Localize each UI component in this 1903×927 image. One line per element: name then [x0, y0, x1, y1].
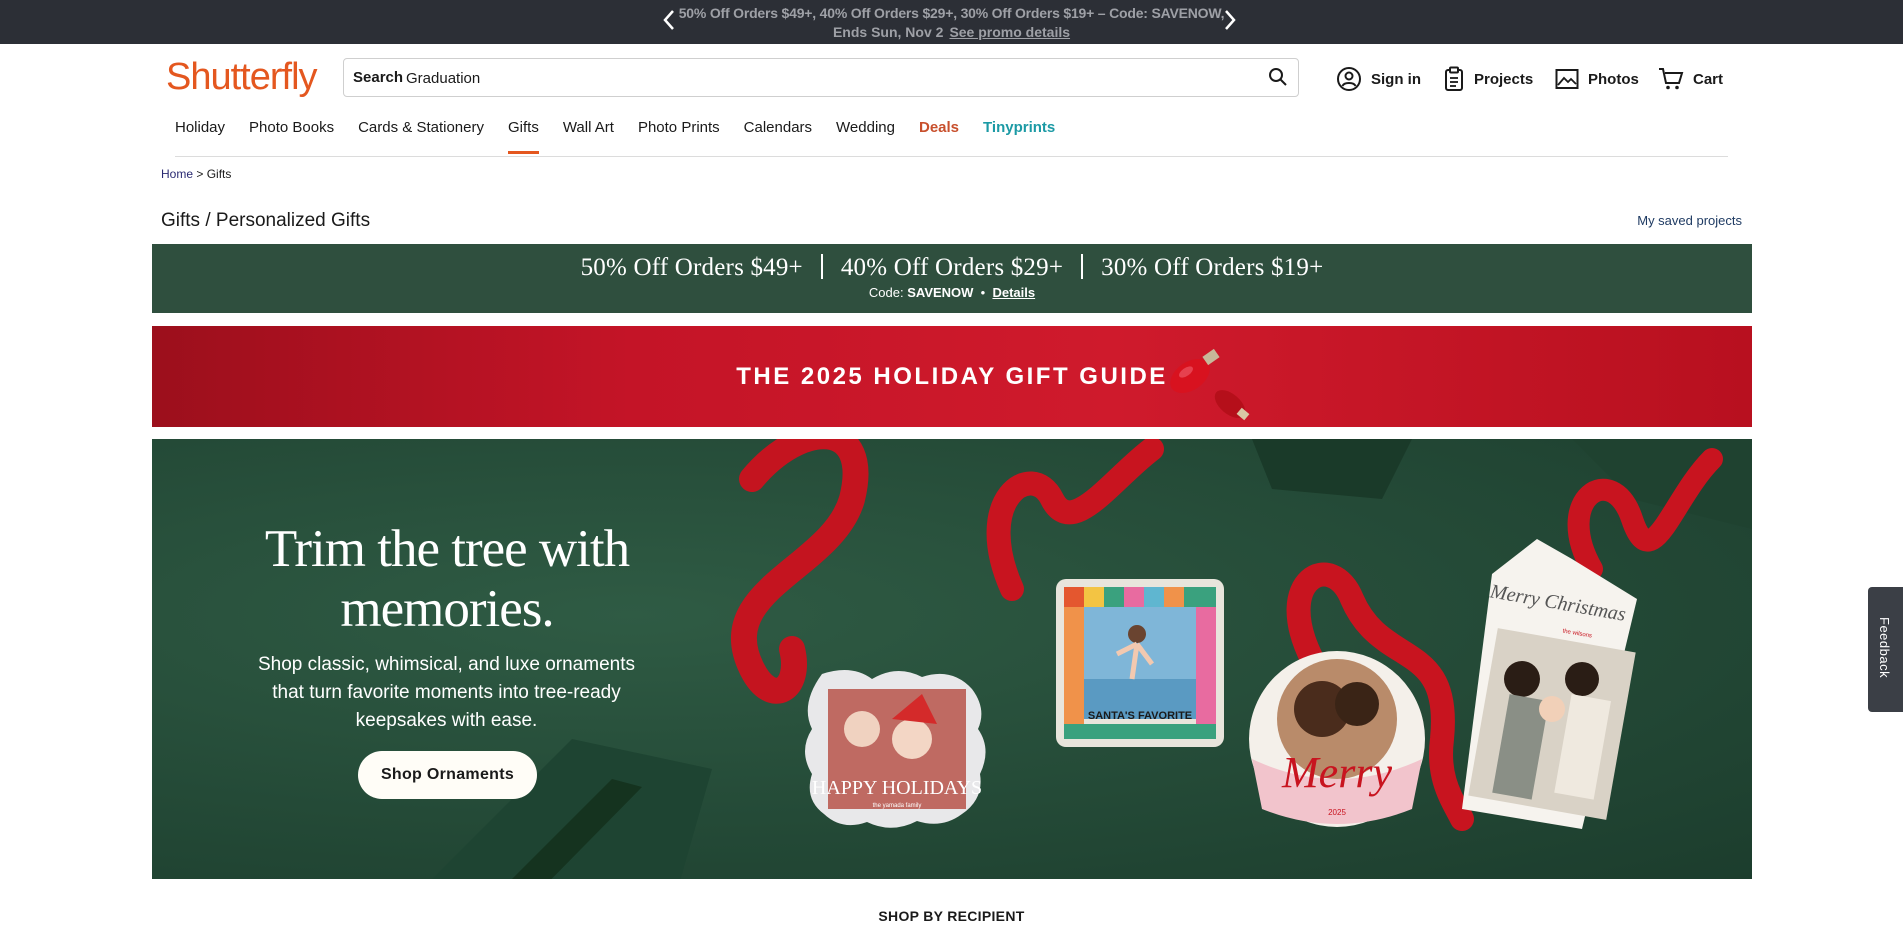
nav-item-photo-books[interactable]: Photo Books [249, 118, 334, 156]
ornament-year-text: 2025 [1328, 808, 1346, 817]
breadcrumb-separator: > [196, 167, 204, 181]
photos-button[interactable]: Photos [1555, 64, 1639, 94]
nav-item-gifts[interactable]: Gifts [507, 118, 539, 156]
hero-title: Trim the tree with memories. [264, 520, 630, 638]
hero-banner: HAPPY HOLIDAYS the yamada family SANTA'S… [152, 439, 1752, 879]
nav-item-deals[interactable]: Deals [919, 118, 959, 156]
promo-code-label: Code: [868, 285, 904, 300]
nav-divider [175, 156, 1728, 157]
cart-button[interactable]: Cart [1658, 64, 1723, 94]
bullet: • [980, 285, 986, 300]
search-label: Search [353, 69, 404, 86]
hero-subtitle: Shop classic, whimsical, and luxe orname… [257, 654, 635, 731]
nav-item-photo-prints[interactable]: Photo Prints [638, 118, 720, 156]
promo-bar: 50% Off Orders $49+, 40% Off Orders $29+… [0, 0, 1903, 44]
promo-code-line: Code: SAVENOW • Details [152, 285, 1752, 300]
promo-offers: 50% Off Orders $49+ 40% Off Orders $29+ 30… [152, 254, 1752, 282]
promo-end-date: Ends Sun, Nov 2 [832, 24, 944, 40]
offer-40: 40% Off Orders $29+ [840, 254, 1064, 281]
nav-item-holiday[interactable]: Holiday [175, 118, 225, 156]
promo-details-button[interactable]: Details [992, 285, 1035, 300]
offer-50: 50% Off Orders $49+ [580, 254, 803, 281]
user-icon [1337, 67, 1361, 91]
photos-label: Photos [1588, 70, 1639, 88]
ornament-santas-favorite-text: SANTA'S FAVORITE [1088, 710, 1192, 722]
nav-item-wall-art[interactable]: Wall Art [563, 118, 614, 156]
cart-icon [1659, 68, 1684, 90]
feedback-label: Feedback [1877, 617, 1892, 679]
shop-ornaments-button[interactable]: Shop Ornaments [358, 751, 537, 799]
christmas-bulb-icon [1170, 348, 1250, 421]
chevron-right-icon [1225, 10, 1236, 30]
promo-text: 50% Off Orders $49+, 40% Off Orders $29+… [678, 5, 1225, 21]
saved-projects-link[interactable]: My saved projects [1637, 213, 1742, 228]
search-bar[interactable]: Search [343, 58, 1299, 97]
promo-details-link[interactable]: See promo details [949, 24, 1070, 40]
gift-guide-title: THE 2025 HOLIDAY GIFT GUIDE [736, 363, 1168, 390]
promo-code: SAVENOW [907, 285, 974, 300]
projects-button[interactable]: Projects [1443, 64, 1533, 94]
promo-next-button[interactable] [1219, 6, 1241, 34]
photo-icon [1555, 69, 1579, 89]
breadcrumb-current: Gifts [206, 167, 232, 181]
nav-item-tinyprints[interactable]: Tinyprints [983, 118, 1055, 156]
nav-item-wedding[interactable]: Wedding [836, 118, 895, 156]
ornament-happy-holidays-text: HAPPY HOLIDAYS [812, 777, 982, 799]
ornament-merry-text: Merry [1281, 748, 1392, 797]
sign-in-button[interactable]: Sign in [1336, 64, 1421, 94]
logo-text: Shutterfly [166, 56, 318, 98]
page-title: Gifts / Personalized Gifts [161, 210, 371, 231]
search-input[interactable] [406, 65, 1226, 91]
feedback-tab[interactable]: Feedback [1868, 587, 1903, 712]
sign-in-label: Sign in [1371, 70, 1421, 88]
offer-divider [1081, 254, 1084, 279]
holiday-gift-guide-banner[interactable]: THE 2025 HOLIDAY GIFT GUIDE [152, 326, 1752, 427]
search-icon[interactable] [1268, 67, 1288, 87]
shop-by-recipient-heading: SHOP BY RECIPIENT [878, 908, 1025, 924]
promo-subtext: Ends Sun, Nov 2 See promo details [0, 24, 1903, 40]
offer-30: 30% Off Orders $19+ [1101, 254, 1324, 281]
shutterfly-logo[interactable]: Shutterfly [166, 56, 318, 99]
ornament-family-text: the yamada family [873, 803, 922, 809]
offer-divider [820, 254, 823, 279]
clipboard-icon [1445, 66, 1463, 91]
main-nav: Holiday Photo Books Cards & Stationery G… [175, 118, 1079, 158]
projects-label: Projects [1474, 70, 1534, 88]
nav-item-cards-stationery[interactable]: Cards & Stationery [358, 118, 484, 156]
cart-label: Cart [1693, 70, 1724, 88]
breadcrumb-home[interactable]: Home [161, 167, 193, 181]
nav-item-calendars[interactable]: Calendars [744, 118, 812, 156]
promo-banner[interactable]: 50% Off Orders $49+ 40% Off Orders $29+ 30… [152, 244, 1752, 313]
breadcrumb: Home > Gifts [161, 167, 231, 181]
